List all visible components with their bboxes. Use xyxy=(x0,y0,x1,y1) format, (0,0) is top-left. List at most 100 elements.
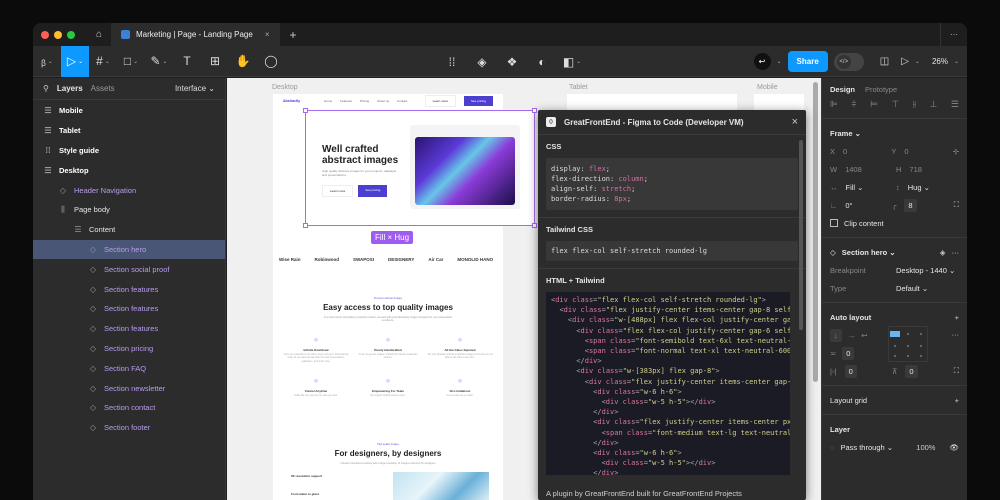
distribute-icon[interactable]: ☰ xyxy=(951,99,959,110)
width-mode-dropdown[interactable]: Fill ⌄ xyxy=(846,183,864,192)
rotation-input[interactable]: 0° xyxy=(845,201,852,210)
nav-link[interactable]: About us xyxy=(377,99,389,103)
section-hero[interactable]: Well crafted abstract images High qualit… xyxy=(303,108,537,228)
visibility-eye-icon[interactable]: 👁 xyxy=(949,443,959,452)
layer-item[interactable]: ☰ Desktop xyxy=(33,160,225,180)
detach-instance-icon[interactable]: ◈ xyxy=(940,248,946,257)
layer-item[interactable]: ☰ Mobile xyxy=(33,101,225,121)
dev-mode-toggle[interactable]: </> xyxy=(833,52,864,71)
layer-item[interactable]: ◇ Section newsletter xyxy=(33,378,225,398)
mask-icon[interactable]: ◈ xyxy=(468,46,496,77)
y-input[interactable]: 0 xyxy=(904,147,908,156)
close-window-button[interactable] xyxy=(41,30,49,39)
tab-layers[interactable]: Layers xyxy=(57,84,83,93)
contrast-icon[interactable]: ◐ xyxy=(528,46,556,77)
nav-link[interactable]: Features xyxy=(340,99,352,103)
present-icon[interactable]: ▷ xyxy=(901,56,909,67)
individual-padding-icon[interactable]: ⛶ xyxy=(954,366,959,376)
layer-item[interactable]: ☰ Tablet xyxy=(33,121,225,141)
nav-cta-button[interactable]: See pricing xyxy=(463,96,493,106)
resize-handle[interactable] xyxy=(303,223,308,228)
main-menu-icon[interactable]: ᵦ ⌄ xyxy=(33,46,61,77)
minimize-window-button[interactable] xyxy=(54,30,62,39)
close-tab-icon[interactable]: × xyxy=(265,30,270,39)
text-tool-icon[interactable]: T xyxy=(173,46,201,77)
layer-item[interactable]: ◇ Section features xyxy=(33,319,225,339)
hero-learn-button[interactable]: Learn more xyxy=(322,185,354,197)
breakpoint-dropdown[interactable]: Desktop - 1440 ⌄ xyxy=(896,266,955,275)
align-right-icon[interactable]: ⊨ xyxy=(870,99,878,110)
horizontal-direction-icon[interactable]: → xyxy=(848,331,856,340)
vertical-direction-icon[interactable]: ↓ xyxy=(830,328,842,342)
nav-link[interactable]: Pricing xyxy=(360,99,369,103)
type-dropdown[interactable]: Default ⌄ xyxy=(896,284,928,293)
resize-handle[interactable] xyxy=(303,108,308,113)
new-tab-button[interactable]: + xyxy=(290,28,297,42)
canvas-scrollbar[interactable] xyxy=(813,82,818,382)
close-plugin-button[interactable]: × xyxy=(792,116,798,128)
tablet-frame-label[interactable]: Tablet xyxy=(569,84,588,91)
html-code[interactable]: <div class="flex flex-col self-stretch r… xyxy=(546,292,790,475)
add-auto-layout-icon[interactable]: + xyxy=(955,313,959,322)
resources-icon[interactable]: ⊞ xyxy=(201,46,229,77)
layer-item[interactable]: ◇ Section pricing xyxy=(33,339,225,359)
wrap-icon[interactable]: ↩ xyxy=(861,331,867,340)
layer-item[interactable]: ◇ Section contact xyxy=(33,398,225,418)
component-name-dropdown[interactable]: Section hero ⌄ xyxy=(842,248,896,257)
move-tool-icon[interactable]: ▷ ⌄ xyxy=(61,45,89,77)
tab-design[interactable]: Design xyxy=(830,85,855,94)
plugin-scrollbar[interactable] xyxy=(799,140,803,330)
align-top-icon[interactable]: ⊤ xyxy=(892,99,900,110)
x-input[interactable]: 0 xyxy=(843,147,847,156)
frame-heading[interactable]: Frame ⌄ xyxy=(830,129,861,138)
layer-item[interactable]: ◇ Section FAQ xyxy=(33,358,225,378)
width-input[interactable]: 1408 xyxy=(845,165,862,174)
align-center-h-icon[interactable]: ⫩ xyxy=(851,99,856,110)
mobile-frame-label[interactable]: Mobile xyxy=(757,84,778,91)
tab-prototype[interactable]: Prototype xyxy=(865,85,897,94)
more-options-button[interactable]: ··· xyxy=(940,23,967,46)
frame-tool-icon[interactable]: # ⌄ xyxy=(89,46,117,77)
align-left-icon[interactable]: ⊫ xyxy=(830,99,838,110)
align-middle-icon[interactable]: ⫲ xyxy=(913,99,916,110)
layer-item[interactable]: ☰ Content xyxy=(33,220,225,240)
height-mode-dropdown[interactable]: Hug ⌄ xyxy=(908,183,930,192)
layer-item[interactable]: ⁞⁞ Style guide xyxy=(33,141,225,161)
height-input[interactable]: 718 xyxy=(909,165,922,174)
component-more-icon[interactable]: ··· xyxy=(952,248,960,257)
add-layout-grid-icon[interactable]: + xyxy=(955,396,959,405)
zoom-level[interactable]: 26% xyxy=(932,57,948,66)
layer-item[interactable]: ⫼ Page body xyxy=(33,200,225,220)
auto-layout-grid-icon[interactable]: ⁞⁞ xyxy=(438,46,466,77)
tailwind-code[interactable]: flex flex-col self-stretch rounded-lg xyxy=(546,241,798,261)
layer-item[interactable]: ◇ Section hero xyxy=(33,239,225,260)
search-icon[interactable]: ⚲ xyxy=(43,84,49,93)
interface-dropdown[interactable]: Interface ⌄ xyxy=(175,84,215,93)
component-icon[interactable]: ❖ xyxy=(498,46,526,77)
shape-tool-icon[interactable]: □ ⌄ xyxy=(117,46,145,77)
auto-layout-more-icon[interactable]: ··· xyxy=(952,330,960,339)
nav-learn-button[interactable]: Learn more xyxy=(424,95,456,107)
clip-content-checkbox[interactable] xyxy=(830,219,838,227)
maximize-window-button[interactable] xyxy=(67,30,75,39)
horizontal-padding-input[interactable]: 0 xyxy=(844,364,857,378)
corner-radius-input[interactable]: 8 xyxy=(904,198,917,212)
pen-tool-icon[interactable]: ✎ ⌄ xyxy=(145,46,173,77)
tab-assets[interactable]: Assets xyxy=(91,84,115,93)
hero-pricing-button[interactable]: See pricing xyxy=(358,185,388,197)
resize-handle[interactable] xyxy=(532,223,537,228)
library-icon[interactable]: ◫ xyxy=(880,56,889,67)
gap-input[interactable]: 0 xyxy=(842,346,855,360)
alignment-grid[interactable] xyxy=(888,326,928,362)
blend-mode-dropdown[interactable]: Pass through ⌄ xyxy=(840,443,893,452)
css-code[interactable]: display: flex; flex-direction: column; ali… xyxy=(546,158,798,210)
layer-item[interactable]: ◇ Section footer xyxy=(33,418,225,438)
file-tab[interactable]: Marketing | Page - Landing Page × xyxy=(111,23,280,46)
align-bottom-icon[interactable]: ⊥ xyxy=(929,99,937,110)
constraints-icon[interactable]: ⊹ xyxy=(953,147,959,156)
comment-tool-icon[interactable]: ◯ xyxy=(257,46,285,77)
layer-item[interactable]: ◇ Section features xyxy=(33,279,225,299)
home-icon[interactable]: ⌂ xyxy=(87,23,111,46)
desktop-frame-label[interactable]: Desktop xyxy=(272,84,298,91)
nav-link[interactable]: Home xyxy=(324,99,332,103)
